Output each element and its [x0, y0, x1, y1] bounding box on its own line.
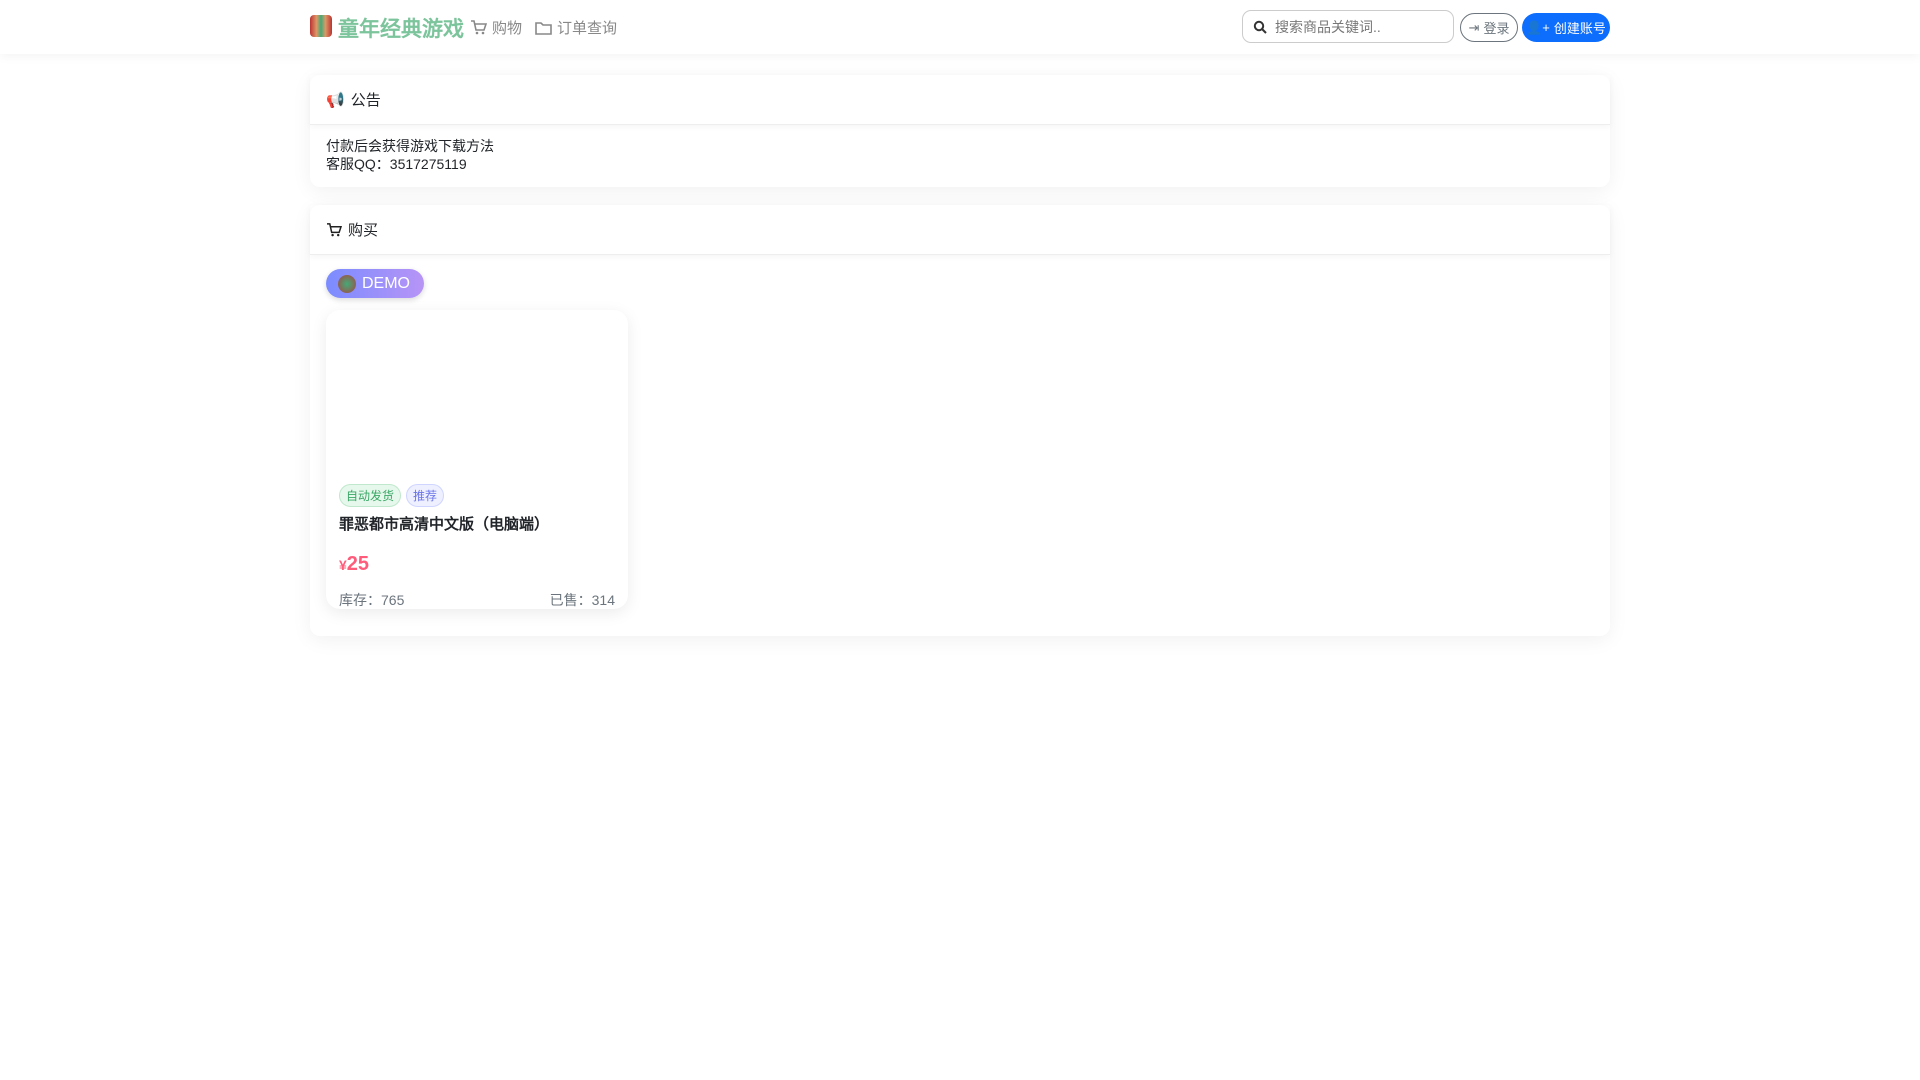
- tag-recommended: 推荐: [406, 484, 445, 507]
- nav-shop[interactable]: 购物: [470, 17, 522, 38]
- category-avatar: [338, 274, 356, 293]
- cart-icon: [471, 20, 487, 35]
- search-input[interactable]: [1275, 18, 1435, 35]
- cart-icon: [327, 222, 342, 236]
- shop-title: 购买: [348, 222, 379, 239]
- currency-symbol: ¥: [339, 557, 347, 573]
- notice-title: 公告: [350, 92, 381, 109]
- notice-line: 客服QQ：3517275119: [326, 156, 467, 172]
- create-account-label: 创建账号: [1553, 21, 1606, 36]
- login-icon: ⇥: [1468, 19, 1480, 35]
- login-label: 登录: [1483, 21, 1510, 36]
- notice-body: 付款后会获得游戏下载方法 客服QQ：3517275119: [310, 125, 1610, 185]
- category-label: DEMO: [362, 274, 410, 292]
- user-plus-icon: 👤+: [1526, 19, 1550, 35]
- search-box[interactable]: [1242, 10, 1454, 43]
- search-icon: [1253, 20, 1267, 34]
- product-stock: 库存：765: [339, 592, 405, 608]
- notice-header: 📢 公告: [310, 75, 1610, 125]
- notice-card: 📢 公告 付款后会获得游戏下载方法 客服QQ：3517275119: [310, 75, 1610, 187]
- price-value: 25: [346, 553, 370, 575]
- notice-line: 付款后会获得游戏下载方法: [326, 138, 494, 154]
- shop-card: 购买 DEMO 自动发货 推荐 罪恶都市高清中文版（电脑端） ¥25 库存：76…: [310, 205, 1610, 636]
- login-button[interactable]: ⇥ 登录: [1460, 13, 1518, 42]
- shop-header: 购买: [310, 205, 1610, 255]
- tag-auto-delivery: 自动发货: [339, 484, 402, 507]
- folder-icon: [535, 21, 552, 35]
- category-tab-demo[interactable]: DEMO: [326, 269, 424, 298]
- brand-title[interactable]: 童年经典游戏: [338, 13, 464, 43]
- top-navbar: 童年经典游戏 购物 订单查询 ⇥登录 👤+创建账号: [0, 0, 1920, 54]
- product-sold: 已售：314: [549, 592, 615, 608]
- product-card[interactable]: 自动发货 推荐 罪恶都市高清中文版（电脑端） ¥25 库存：765 已售：314: [326, 310, 628, 609]
- nav-order-label: 订单查询: [557, 20, 618, 37]
- megaphone-icon: 📢: [326, 91, 345, 109]
- create-account-button[interactable]: 👤+ 创建账号: [1522, 13, 1610, 42]
- nav-shop-label: 购物: [492, 20, 523, 37]
- nav-order-query[interactable]: 订单查询: [535, 17, 617, 38]
- product-price: ¥25: [339, 553, 369, 576]
- product-name[interactable]: 罪恶都市高清中文版（电脑端）: [339, 513, 549, 534]
- logo-image[interactable]: [310, 15, 332, 37]
